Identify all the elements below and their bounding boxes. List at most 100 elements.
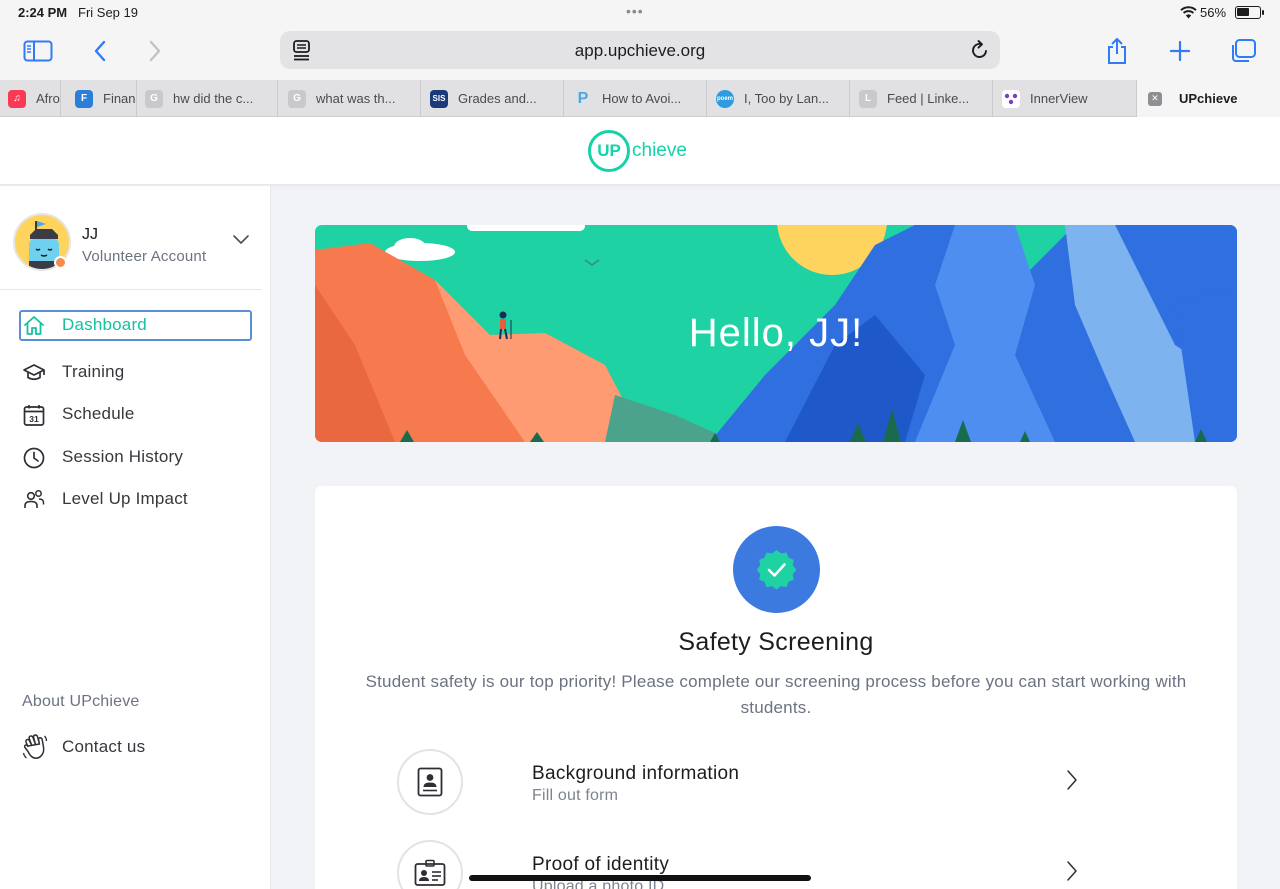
contact-us-link[interactable]: Contact us bbox=[0, 729, 271, 763]
url-text: app.upchieve.org bbox=[574, 41, 706, 60]
chevron-down-icon[interactable] bbox=[232, 234, 250, 246]
home-icon bbox=[24, 316, 44, 335]
tab-label: I, Too by Lan... bbox=[744, 91, 830, 106]
sidebar-toggle-button[interactable] bbox=[22, 36, 54, 66]
profile-menu[interactable]: JJ Volunteer Account bbox=[0, 186, 262, 290]
tab-afro[interactable]: ♫ Afro bbox=[0, 80, 61, 117]
graduation-cap-icon bbox=[23, 363, 45, 380]
tab-label: UPchieve bbox=[1179, 91, 1238, 106]
sidebar-item-label: Schedule bbox=[62, 404, 135, 423]
tabs-icon bbox=[1232, 39, 1256, 62]
tab-how-to-avoid[interactable]: P How to Avoi... bbox=[566, 80, 707, 117]
contact-us-label: Contact us bbox=[62, 737, 146, 756]
wifi-icon bbox=[1180, 6, 1197, 19]
sidebar-item-training[interactable]: Training bbox=[0, 351, 271, 394]
poem-favicon-icon: poem bbox=[716, 89, 734, 108]
chevron-left-icon bbox=[94, 40, 106, 62]
clock-icon bbox=[23, 447, 45, 468]
tab-bar: ♫ Afro F Finan G hw did the c... G what … bbox=[0, 80, 1280, 117]
screening-title: Safety Screening bbox=[678, 628, 874, 656]
chevron-right-icon bbox=[149, 40, 161, 62]
battery-percent: 56% bbox=[1200, 5, 1227, 20]
step-proof-of-identity[interactable]: Proof of identity Upload a photo ID bbox=[397, 840, 1097, 889]
chevron-right-icon bbox=[1067, 861, 1077, 881]
tab-i-too[interactable]: poem I, Too by Lan... bbox=[708, 80, 850, 117]
step-background-information[interactable]: Background information Fill out form bbox=[397, 749, 1097, 819]
tab-label: what was th... bbox=[316, 91, 396, 106]
chevron-right-icon bbox=[1067, 770, 1077, 790]
tab-label: Grades and... bbox=[458, 91, 537, 106]
close-tab-icon[interactable]: ✕ bbox=[1148, 91, 1162, 106]
tab-upchieve[interactable]: ✕ UPchieve bbox=[1137, 80, 1280, 117]
browser-toolbar: app.upchieve.org bbox=[0, 26, 1280, 80]
tab-label: Finan bbox=[103, 91, 136, 106]
logo-wordmark: chieve bbox=[632, 140, 687, 161]
sidebar-nav: Dashboard Training 31 Schedule Session H… bbox=[0, 308, 271, 521]
tab-label: Feed | Linke... bbox=[887, 91, 970, 106]
multitasking-dots-icon[interactable]: ••• bbox=[626, 3, 644, 19]
status-time: 2:24 PM bbox=[18, 5, 68, 20]
reload-icon[interactable] bbox=[970, 39, 990, 61]
step-subtitle: Fill out form bbox=[532, 787, 619, 804]
screening-description: Student safety is our top priority! Plea… bbox=[365, 672, 1187, 717]
tab-hw[interactable]: G hw did the c... bbox=[137, 80, 278, 117]
finance-favicon-icon: F bbox=[75, 89, 93, 108]
profile-role: Volunteer Account bbox=[82, 248, 207, 265]
home-indicator[interactable] bbox=[469, 875, 811, 881]
sidebar-item-level-up-impact[interactable]: Level Up Impact bbox=[0, 478, 271, 521]
verified-badge-icon bbox=[733, 526, 820, 613]
tab-what-was[interactable]: G what was th... bbox=[280, 80, 421, 117]
share-icon bbox=[1108, 38, 1126, 64]
innerview-favicon-icon bbox=[1002, 89, 1020, 108]
sis-favicon-icon: SIS bbox=[430, 89, 448, 108]
sidebar: JJ Volunteer Account Dashboard Training bbox=[0, 186, 271, 889]
battery-icon bbox=[1235, 6, 1264, 19]
tab-grades[interactable]: SIS Grades and... bbox=[422, 80, 564, 117]
logo-circle: UP bbox=[588, 130, 630, 172]
address-bar[interactable]: app.upchieve.org bbox=[280, 31, 1000, 69]
step-icon-circle bbox=[397, 840, 463, 889]
step-title: Proof of identity bbox=[532, 854, 670, 875]
tab-label: How to Avoi... bbox=[602, 91, 682, 106]
online-status-dot bbox=[54, 256, 67, 269]
sidebar-item-session-history[interactable]: Session History bbox=[0, 436, 271, 479]
sidebar-item-schedule[interactable]: 31 Schedule bbox=[0, 393, 271, 436]
pearson-favicon-icon: P bbox=[574, 89, 592, 108]
calendar-icon: 31 bbox=[23, 405, 45, 426]
tab-label: hw did the c... bbox=[173, 91, 254, 106]
status-bar: 2:24 PM Fri Sep 19 ••• 56% bbox=[0, 0, 1280, 26]
safety-screening-card: Safety Screening Student safety is our t… bbox=[315, 486, 1237, 889]
step-icon-circle bbox=[397, 749, 463, 815]
people-icon bbox=[24, 490, 45, 508]
sidebar-item-dashboard[interactable]: Dashboard bbox=[0, 308, 271, 351]
tab-feed[interactable]: L Feed | Linke... bbox=[851, 80, 993, 117]
calendar-day-text: 31 bbox=[29, 414, 39, 424]
about-link[interactable]: About UPchieve bbox=[22, 693, 140, 711]
greeting-text: Hello, JJ! bbox=[688, 311, 864, 355]
google-favicon-icon: G bbox=[288, 89, 306, 108]
welcome-banner: Hello, JJ! bbox=[315, 225, 1237, 442]
tab-finance[interactable]: F Finan bbox=[67, 80, 137, 117]
back-button[interactable] bbox=[84, 36, 116, 66]
step-title: Background information bbox=[532, 763, 740, 784]
tab-label: InnerView bbox=[1030, 91, 1088, 106]
sidebar-item-label: Dashboard bbox=[62, 315, 147, 334]
app-header: UP chieve bbox=[0, 117, 1280, 185]
profile-name: JJ bbox=[82, 226, 98, 243]
google-favicon-icon: G bbox=[145, 89, 163, 108]
sidebar-item-label: Level Up Impact bbox=[62, 489, 188, 508]
upchieve-logo[interactable]: UP chieve bbox=[588, 129, 687, 173]
new-tab-button[interactable] bbox=[1164, 36, 1196, 66]
sidebar-item-label: Session History bbox=[62, 446, 184, 466]
tab-overview-button[interactable] bbox=[1227, 36, 1259, 66]
linkedin-favicon-icon: L bbox=[859, 89, 877, 108]
share-button[interactable] bbox=[1101, 36, 1133, 66]
plus-icon bbox=[1169, 40, 1191, 62]
tab-innerview[interactable]: InnerView bbox=[994, 80, 1137, 117]
sidebar-item-label: Training bbox=[62, 361, 125, 381]
status-date: Fri Sep 19 bbox=[78, 5, 138, 20]
form-icon bbox=[417, 767, 443, 797]
id-card-icon bbox=[414, 859, 446, 886]
waving-hand-icon bbox=[22, 734, 48, 759]
forward-button[interactable] bbox=[139, 36, 171, 66]
